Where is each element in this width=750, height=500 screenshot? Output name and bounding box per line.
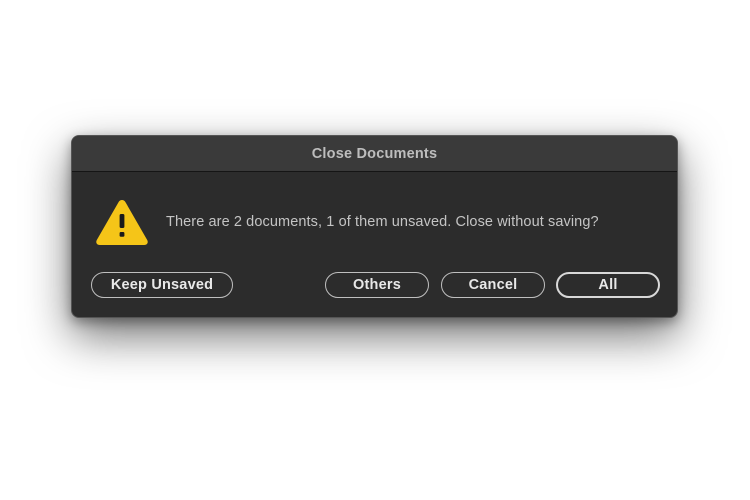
- warning-icon: [96, 200, 148, 245]
- dialog-title: Close Documents: [311, 145, 438, 162]
- dialog-titlebar[interactable]: Close Documents: [72, 136, 677, 172]
- all-button[interactable]: All: [556, 272, 660, 298]
- others-button[interactable]: Others: [325, 272, 429, 298]
- dialog-message: There are 2 documents, 1 of them unsaved…: [166, 214, 599, 230]
- close-documents-dialog: Close Documents There are 2 documents, 1…: [71, 135, 678, 318]
- screen: Close Documents There are 2 documents, 1…: [0, 0, 750, 500]
- cancel-button[interactable]: Cancel: [441, 272, 545, 298]
- keep-unsaved-button[interactable]: Keep Unsaved: [91, 272, 233, 298]
